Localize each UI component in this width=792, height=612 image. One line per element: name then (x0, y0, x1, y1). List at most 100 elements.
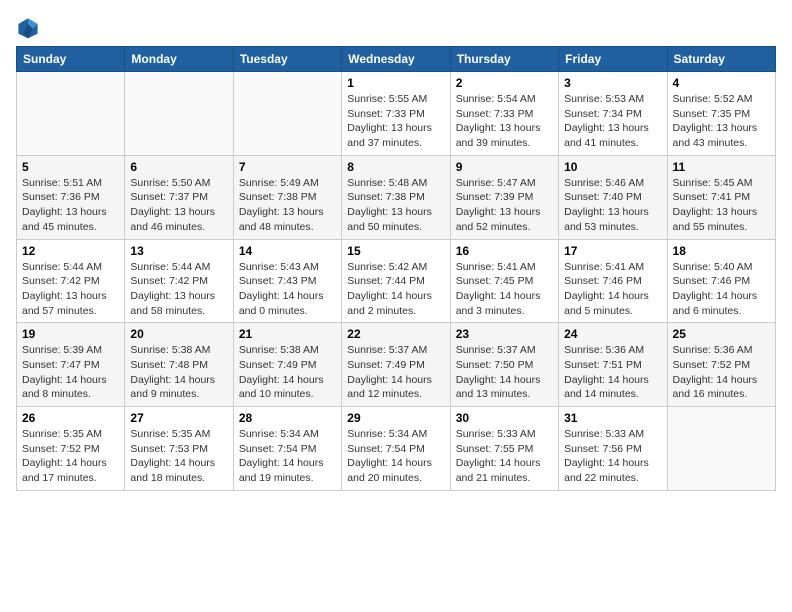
calendar-cell: 31 Sunrise: 5:33 AM Sunset: 7:56 PM Dayli… (559, 407, 667, 491)
day-header-wednesday: Wednesday (342, 47, 450, 72)
day-number: 12 (22, 244, 119, 258)
day-info: Sunrise: 5:50 AM Sunset: 7:37 PM Dayligh… (130, 176, 227, 235)
day-number: 22 (347, 327, 444, 341)
day-number: 24 (564, 327, 661, 341)
day-info: Sunrise: 5:54 AM Sunset: 7:33 PM Dayligh… (456, 92, 553, 151)
day-info: Sunrise: 5:45 AM Sunset: 7:41 PM Dayligh… (673, 176, 770, 235)
calendar-cell (233, 72, 341, 156)
day-number: 29 (347, 411, 444, 425)
day-info: Sunrise: 5:52 AM Sunset: 7:35 PM Dayligh… (673, 92, 770, 151)
day-number: 6 (130, 160, 227, 174)
day-number: 7 (239, 160, 336, 174)
day-info: Sunrise: 5:49 AM Sunset: 7:38 PM Dayligh… (239, 176, 336, 235)
header (16, 16, 776, 40)
day-number: 5 (22, 160, 119, 174)
day-number: 23 (456, 327, 553, 341)
day-number: 19 (22, 327, 119, 341)
calendar-cell: 3 Sunrise: 5:53 AM Sunset: 7:34 PM Daylig… (559, 72, 667, 156)
day-info: Sunrise: 5:34 AM Sunset: 7:54 PM Dayligh… (347, 427, 444, 486)
calendar-cell: 1Sunrise: 5:55 AM Sunset: 7:33 PM Daylig… (342, 72, 450, 156)
day-info: Sunrise: 5:39 AM Sunset: 7:47 PM Dayligh… (22, 343, 119, 402)
calendar-cell: 10 Sunrise: 5:46 AM Sunset: 7:40 PM Dayli… (559, 155, 667, 239)
day-header-monday: Monday (125, 47, 233, 72)
day-number: 26 (22, 411, 119, 425)
day-number: 30 (456, 411, 553, 425)
day-info: Sunrise: 5:36 AM Sunset: 7:51 PM Dayligh… (564, 343, 661, 402)
calendar-cell: 21 Sunrise: 5:38 AM Sunset: 7:49 PM Dayli… (233, 323, 341, 407)
calendar-cell: 27 Sunrise: 5:35 AM Sunset: 7:53 PM Dayli… (125, 407, 233, 491)
day-info: Sunrise: 5:41 AM Sunset: 7:45 PM Dayligh… (456, 260, 553, 319)
day-header-thursday: Thursday (450, 47, 558, 72)
day-number: 14 (239, 244, 336, 258)
day-number: 1 (347, 76, 444, 90)
week-row: 1Sunrise: 5:55 AM Sunset: 7:33 PM Daylig… (17, 72, 776, 156)
day-info: Sunrise: 5:40 AM Sunset: 7:46 PM Dayligh… (673, 260, 770, 319)
calendar-cell: 26 Sunrise: 5:35 AM Sunset: 7:52 PM Dayli… (17, 407, 125, 491)
logo-icon (16, 16, 40, 40)
day-info: Sunrise: 5:34 AM Sunset: 7:54 PM Dayligh… (239, 427, 336, 486)
week-row: 12 Sunrise: 5:44 AM Sunset: 7:42 PM Dayli… (17, 239, 776, 323)
day-info: Sunrise: 5:46 AM Sunset: 7:40 PM Dayligh… (564, 176, 661, 235)
calendar-cell: 22 Sunrise: 5:37 AM Sunset: 7:49 PM Dayli… (342, 323, 450, 407)
day-info: Sunrise: 5:35 AM Sunset: 7:53 PM Dayligh… (130, 427, 227, 486)
calendar-cell: 8 Sunrise: 5:48 AM Sunset: 7:38 PM Daylig… (342, 155, 450, 239)
calendar-cell: 9 Sunrise: 5:47 AM Sunset: 7:39 PM Daylig… (450, 155, 558, 239)
day-header-tuesday: Tuesday (233, 47, 341, 72)
calendar-cell: 16 Sunrise: 5:41 AM Sunset: 7:45 PM Dayli… (450, 239, 558, 323)
day-info: Sunrise: 5:38 AM Sunset: 7:48 PM Dayligh… (130, 343, 227, 402)
day-number: 8 (347, 160, 444, 174)
day-header-saturday: Saturday (667, 47, 775, 72)
calendar-cell: 25 Sunrise: 5:36 AM Sunset: 7:52 PM Dayli… (667, 323, 775, 407)
calendar-cell: 7 Sunrise: 5:49 AM Sunset: 7:38 PM Daylig… (233, 155, 341, 239)
day-number: 27 (130, 411, 227, 425)
day-number: 21 (239, 327, 336, 341)
day-info: Sunrise: 5:37 AM Sunset: 7:49 PM Dayligh… (347, 343, 444, 402)
calendar-cell: 2 Sunrise: 5:54 AM Sunset: 7:33 PM Daylig… (450, 72, 558, 156)
calendar-cell: 28 Sunrise: 5:34 AM Sunset: 7:54 PM Dayli… (233, 407, 341, 491)
calendar-cell: 30Sunrise: 5:33 AM Sunset: 7:55 PM Dayli… (450, 407, 558, 491)
day-info: Sunrise: 5:33 AM Sunset: 7:56 PM Dayligh… (564, 427, 661, 486)
calendar-cell (17, 72, 125, 156)
day-number: 16 (456, 244, 553, 258)
day-info: Sunrise: 5:53 AM Sunset: 7:34 PM Dayligh… (564, 92, 661, 151)
calendar-cell: 4 Sunrise: 5:52 AM Sunset: 7:35 PM Daylig… (667, 72, 775, 156)
day-info: Sunrise: 5:36 AM Sunset: 7:52 PM Dayligh… (673, 343, 770, 402)
calendar-cell: 12 Sunrise: 5:44 AM Sunset: 7:42 PM Dayli… (17, 239, 125, 323)
day-info: Sunrise: 5:44 AM Sunset: 7:42 PM Dayligh… (22, 260, 119, 319)
calendar-table: SundayMondayTuesdayWednesdayThursdayFrid… (16, 46, 776, 491)
day-info: Sunrise: 5:37 AM Sunset: 7:50 PM Dayligh… (456, 343, 553, 402)
calendar-cell: 17 Sunrise: 5:41 AM Sunset: 7:46 PM Dayli… (559, 239, 667, 323)
day-header-sunday: Sunday (17, 47, 125, 72)
day-info: Sunrise: 5:38 AM Sunset: 7:49 PM Dayligh… (239, 343, 336, 402)
day-number: 2 (456, 76, 553, 90)
day-info: Sunrise: 5:47 AM Sunset: 7:39 PM Dayligh… (456, 176, 553, 235)
day-info: Sunrise: 5:43 AM Sunset: 7:43 PM Dayligh… (239, 260, 336, 319)
calendar-cell: 19 Sunrise: 5:39 AM Sunset: 7:47 PM Dayli… (17, 323, 125, 407)
week-row: 26 Sunrise: 5:35 AM Sunset: 7:52 PM Dayli… (17, 407, 776, 491)
day-header-friday: Friday (559, 47, 667, 72)
calendar-cell: 15Sunrise: 5:42 AM Sunset: 7:44 PM Dayli… (342, 239, 450, 323)
day-info: Sunrise: 5:35 AM Sunset: 7:52 PM Dayligh… (22, 427, 119, 486)
calendar-cell: 24 Sunrise: 5:36 AM Sunset: 7:51 PM Dayli… (559, 323, 667, 407)
calendar-cell: 13Sunrise: 5:44 AM Sunset: 7:42 PM Dayli… (125, 239, 233, 323)
day-info: Sunrise: 5:42 AM Sunset: 7:44 PM Dayligh… (347, 260, 444, 319)
day-number: 20 (130, 327, 227, 341)
day-number: 28 (239, 411, 336, 425)
day-info: Sunrise: 5:41 AM Sunset: 7:46 PM Dayligh… (564, 260, 661, 319)
day-number: 17 (564, 244, 661, 258)
calendar-cell (667, 407, 775, 491)
day-number: 10 (564, 160, 661, 174)
header-row: SundayMondayTuesdayWednesdayThursdayFrid… (17, 47, 776, 72)
calendar-cell: 11 Sunrise: 5:45 AM Sunset: 7:41 PM Dayli… (667, 155, 775, 239)
day-number: 11 (673, 160, 770, 174)
day-number: 25 (673, 327, 770, 341)
day-number: 3 (564, 76, 661, 90)
day-info: Sunrise: 5:48 AM Sunset: 7:38 PM Dayligh… (347, 176, 444, 235)
day-number: 9 (456, 160, 553, 174)
day-number: 4 (673, 76, 770, 90)
day-number: 31 (564, 411, 661, 425)
day-number: 13 (130, 244, 227, 258)
week-row: 19 Sunrise: 5:39 AM Sunset: 7:47 PM Dayli… (17, 323, 776, 407)
calendar-cell: 20 Sunrise: 5:38 AM Sunset: 7:48 PM Dayli… (125, 323, 233, 407)
week-row: 5Sunrise: 5:51 AM Sunset: 7:36 PM Daylig… (17, 155, 776, 239)
